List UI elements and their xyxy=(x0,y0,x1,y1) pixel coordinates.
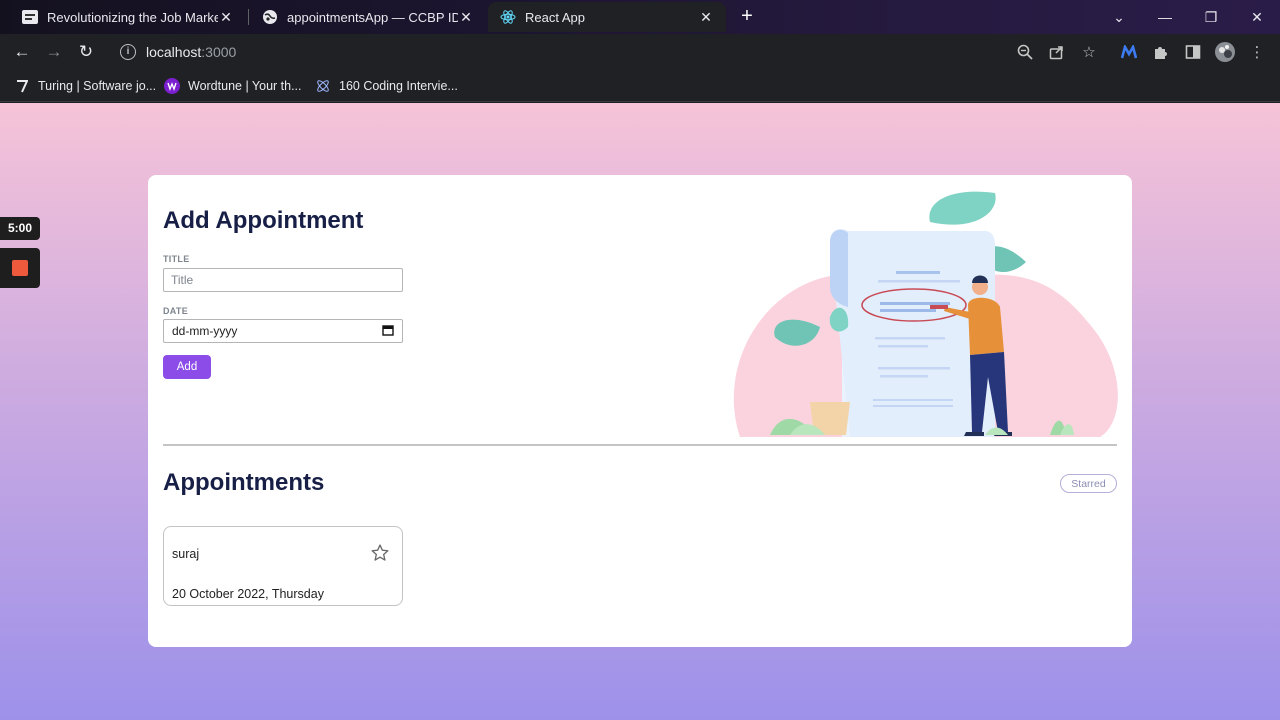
appointments-card: Add Appointment TITLE DATE dd-mm-yyyy Ad… xyxy=(148,175,1132,647)
stop-recording-button[interactable] xyxy=(0,248,40,288)
extensions-puzzle-icon[interactable] xyxy=(1149,40,1173,64)
tab-react-app[interactable]: React App ✕ xyxy=(488,2,726,32)
app-background: Add Appointment TITLE DATE dd-mm-yyyy Ad… xyxy=(0,103,1280,720)
recording-timer: 5:00 xyxy=(0,217,40,240)
new-tab-button[interactable]: + xyxy=(734,5,760,29)
date-placeholder: dd-mm-yyyy xyxy=(172,324,238,338)
stop-icon xyxy=(12,260,28,276)
minimize-button[interactable]: — xyxy=(1142,0,1188,34)
date-input[interactable]: dd-mm-yyyy xyxy=(163,319,403,343)
address-host: localhost xyxy=(146,44,202,60)
close-tab-icon[interactable]: ✕ xyxy=(218,9,234,26)
close-tab-icon[interactable]: ✕ xyxy=(698,9,714,26)
appointments-illustration xyxy=(733,191,1118,437)
news-favicon xyxy=(22,9,38,25)
bookmark-label: Wordtune | Your th... xyxy=(188,79,302,93)
title-label: TITLE xyxy=(163,254,190,264)
turing-icon xyxy=(14,78,30,94)
tab-title: React App xyxy=(525,9,585,25)
add-button[interactable]: Add xyxy=(163,355,211,379)
site-info-icon[interactable]: i xyxy=(120,44,136,60)
bookmarks-bar: Turing | Software jo... Wordtune | Your … xyxy=(0,70,1280,102)
globe-icon xyxy=(262,9,278,25)
tab-search-icon[interactable]: ⌄ xyxy=(1096,0,1142,34)
close-tab-icon[interactable]: ✕ xyxy=(458,9,474,26)
appointment-item: suraj 20 October 2022, Thursday xyxy=(163,526,403,606)
starred-filter-button[interactable]: Starred xyxy=(1060,474,1117,493)
bookmark-wordtune[interactable]: Wordtune | Your th... xyxy=(164,76,302,96)
extension-m-icon[interactable] xyxy=(1117,40,1141,64)
calendar-icon[interactable] xyxy=(382,324,394,339)
bookmark-turing[interactable]: Turing | Software jo... xyxy=(14,76,156,96)
bookmark-label: Turing | Software jo... xyxy=(38,79,157,93)
tab-job-market[interactable]: Revolutionizing the Job Market | ✕ xyxy=(10,2,246,32)
section-divider xyxy=(163,444,1117,446)
back-icon[interactable]: ← xyxy=(10,40,34,64)
address-bar[interactable]: i localhost:3000 xyxy=(108,38,1108,66)
restore-button[interactable]: ❐ xyxy=(1188,0,1234,34)
appointment-date: 20 October 2022, Thursday xyxy=(172,587,324,601)
profile-avatar[interactable] xyxy=(1213,40,1237,64)
forward-icon[interactable]: → xyxy=(42,40,66,64)
add-appointment-heading: Add Appointment xyxy=(163,207,364,234)
reload-icon[interactable]: ↻ xyxy=(74,40,98,64)
address-port: :3000 xyxy=(201,44,237,60)
share-icon[interactable] xyxy=(1045,40,1069,64)
tab-strip: Revolutionizing the Job Market | ✕ appoi… xyxy=(0,0,1280,34)
side-panel-icon[interactable] xyxy=(1181,40,1205,64)
zoom-icon[interactable] xyxy=(1013,40,1037,64)
tab-title: Revolutionizing the Job Market | xyxy=(47,9,218,25)
appointment-title: suraj xyxy=(172,547,200,561)
bookmark-label: 160 Coding Intervie... xyxy=(339,79,458,93)
bookmark-coding[interactable]: 160 Coding Intervie... xyxy=(315,76,458,96)
tab-title: appointmentsApp — CCBP IDE xyxy=(287,9,458,25)
bookmark-star-icon[interactable]: ☆ xyxy=(1077,40,1101,64)
date-label: DATE xyxy=(163,306,189,316)
appointments-heading: Appointments xyxy=(163,469,325,496)
coding-icon xyxy=(315,78,331,94)
tab-ccbp-ide[interactable]: appointmentsApp — CCBP IDE ✕ xyxy=(250,2,486,32)
browser-menu-icon[interactable]: ⋮ xyxy=(1245,40,1269,64)
star-icon[interactable] xyxy=(370,543,390,563)
close-window-button[interactable]: ✕ xyxy=(1234,0,1280,34)
wordtune-icon xyxy=(164,78,180,94)
title-input[interactable] xyxy=(163,268,403,292)
browser-toolbar: ← → ↻ i localhost:3000 ☆ ⋮ xyxy=(0,34,1280,70)
react-icon xyxy=(500,9,516,25)
